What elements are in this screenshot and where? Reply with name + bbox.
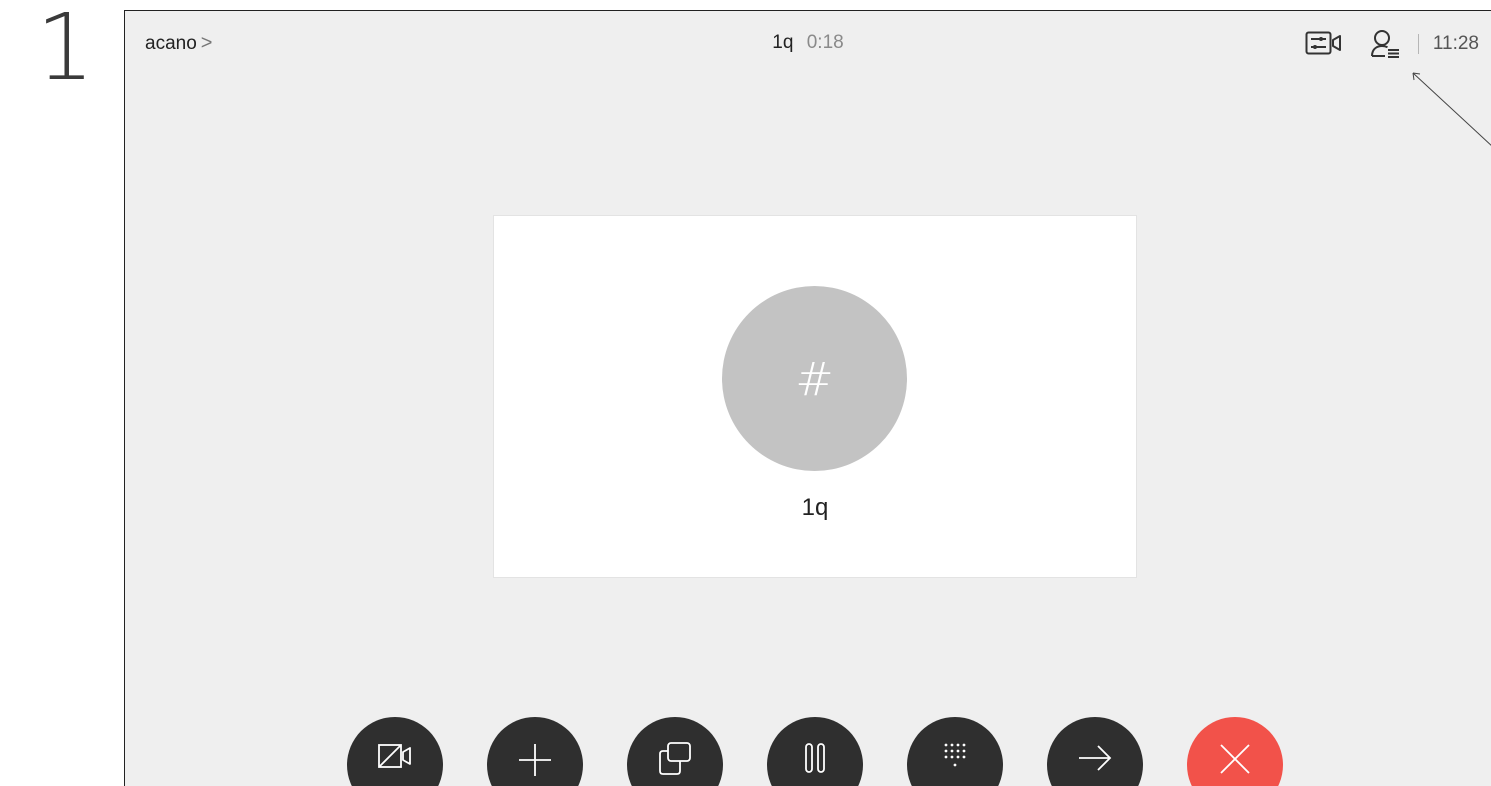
add-participant-button[interactable] (487, 717, 583, 786)
header-actions: 11:28 (1302, 27, 1479, 61)
keypad-button[interactable] (907, 717, 1003, 786)
participant-card: # 1q (493, 215, 1137, 578)
avatar-glyph: # (795, 351, 834, 406)
participant-name: 1q (801, 494, 829, 521)
call-controls (347, 717, 1283, 786)
layout-control-button[interactable] (1302, 27, 1346, 61)
participants-button[interactable] (1364, 27, 1408, 61)
pause-icon (805, 743, 825, 773)
hold-button[interactable] (767, 717, 863, 786)
call-screen: acano > 1q 0:18 11:28 # 1q (124, 10, 1491, 786)
transfer-button[interactable] (1047, 717, 1143, 786)
step-number: 1 (36, 0, 95, 101)
call-info: 1q 0:18 (125, 32, 1491, 54)
call-timer: 0:18 (806, 32, 844, 53)
avatar: # (722, 286, 907, 471)
share-screen-icon (659, 742, 691, 775)
camera-off-button[interactable] (347, 717, 443, 786)
participants-icon (1370, 30, 1399, 58)
share-screen-button[interactable] (627, 717, 723, 786)
camera-off-icon (378, 744, 411, 768)
close-icon (1220, 744, 1250, 774)
layout-control-icon (1305, 31, 1341, 55)
arrow-right-icon (1079, 745, 1112, 771)
annotation-pointer-line (1412, 72, 1491, 146)
keypad-icon (944, 743, 966, 767)
end-call-button[interactable] (1187, 717, 1283, 786)
header-divider (1417, 34, 1419, 54)
call-name: 1q (772, 32, 794, 53)
clock: 11:28 (1432, 33, 1479, 54)
plus-icon (519, 744, 551, 776)
